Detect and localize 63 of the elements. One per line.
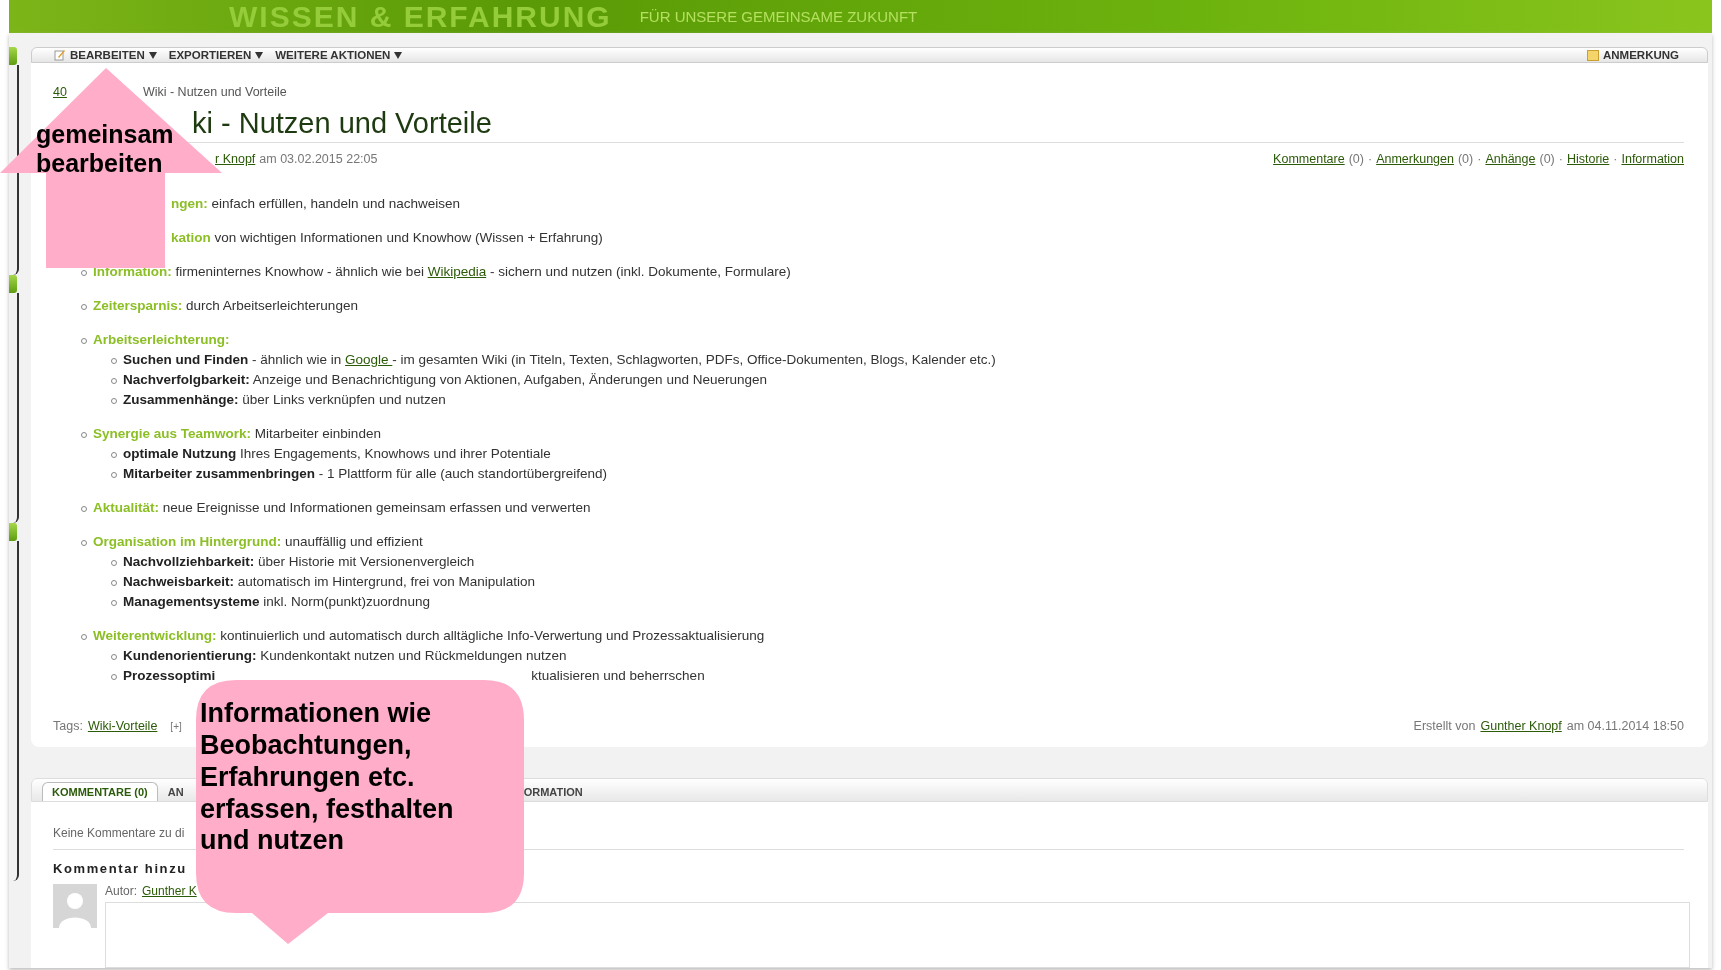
count-text: (0) bbox=[1457, 152, 1474, 166]
separator-dot: · bbox=[1477, 152, 1482, 166]
separator-dot: · bbox=[1367, 152, 1373, 166]
list-item-text: Nachvollziehbarkeit: über Historie mit Versionenvergleich bbox=[123, 553, 475, 571]
author-label: Autor: bbox=[105, 884, 137, 898]
list-item-text: Kundenorientierung: Kundenkontakt nutzen und Rückmeldungen nutzen bbox=[123, 647, 567, 665]
list-item-text: Organisation im Hintergrund: unauffällig und effizient bbox=[93, 533, 423, 551]
tag-link[interactable]: Wiki-Vorteile bbox=[87, 719, 158, 733]
speech-bubble-callout: Informationen wie Beobachtungen, Erfahrungen etc. erfassen, festhalten und nutzen bbox=[196, 680, 524, 944]
list-item-text: Zusammenhänge: über Links verknüpfen und nutzen bbox=[123, 391, 446, 409]
banner-tagline: FÜR UNSERE GEMEINSAME ZUKUNFT bbox=[639, 8, 918, 25]
count-text: (0) bbox=[1539, 152, 1555, 166]
list-item-text: Aktualität: neue Ereignisse und Informationen gemeinsam erfassen und verwerten bbox=[93, 499, 591, 517]
meta-link[interactable]: Anmerkungen bbox=[1376, 152, 1454, 166]
created-label: Erstellt von bbox=[1413, 719, 1476, 733]
list-item-text: Managementsysteme inkl. Norm(punkt)zuordnung bbox=[123, 593, 430, 611]
text-link[interactable]: Google bbox=[345, 352, 393, 367]
pencil-icon bbox=[54, 49, 66, 61]
comment-heading: Kommentar hinzu bbox=[53, 861, 187, 876]
meta-link[interactable]: Information bbox=[1621, 152, 1684, 166]
date-text: am 04.11.2014 18:50 bbox=[1566, 719, 1684, 733]
list-item-text: kation von wichtigen Informationen und Knowhow (Wissen + Erfahrung) bbox=[171, 229, 603, 247]
note-icon bbox=[1586, 49, 1599, 61]
breadcrumb-link[interactable]: 40 bbox=[53, 85, 67, 100]
tab[interactable]: AN bbox=[163, 783, 188, 801]
list-item-text: ktualisieren und beherrschen bbox=[531, 667, 705, 685]
add-tag-link[interactable]: [+] bbox=[170, 721, 182, 732]
list-item-text: Weiterentwicklung: kontinuierlich und automatisch durch alltägliche Info-Verwertung und Prozessaktualisierung bbox=[93, 627, 765, 645]
menu-button[interactable]: BEARBEITEN bbox=[50, 49, 161, 61]
count-text: (0) bbox=[1348, 152, 1364, 166]
page-title: ki - Nutzen und Vorteile bbox=[192, 107, 492, 140]
meta-link[interactable]: Kommentare bbox=[1273, 152, 1345, 166]
date-text: am 03.02.2015 22:05 bbox=[259, 152, 378, 166]
list-item-text: ngen: einfach erfüllen, handeln und nachweisen bbox=[171, 195, 460, 213]
list-item-text: Information: firmeninternes Knowhow - ähnlich wie bei Wikipedia - sichern und nutzen (inkl. Dokumente, Formulare) bbox=[93, 263, 791, 281]
note-button[interactable]: ANMERKUNG bbox=[1582, 49, 1683, 61]
list-item-text: Suchen und Finden - ähnlich wie in Google - im gesamten Wiki (in Titeln, Texten, Schlagworten, PDFs, Office-Dokumenten, Blogs, Kalender etc.) bbox=[123, 351, 996, 369]
avatar-icon bbox=[53, 884, 97, 928]
meta-link[interactable]: Historie bbox=[1566, 152, 1610, 166]
side-tab[interactable] bbox=[9, 275, 17, 293]
tags-label: Tags: bbox=[53, 719, 83, 733]
empty-comments-text: Keine Kommentare zu di bbox=[53, 826, 185, 840]
side-tab[interactable] bbox=[9, 523, 17, 541]
list-item-text: Synergie aus Teamwork: Mitarbeiter einbinden bbox=[93, 425, 381, 443]
text-link[interactable]: Wikipedia bbox=[427, 264, 487, 279]
author-link[interactable]: r Knopf bbox=[215, 152, 256, 166]
list-item-text: Arbeitserleichterung: bbox=[93, 331, 230, 349]
breadcrumb-text: Wiki - Nutzen und Vorteile bbox=[142, 85, 287, 100]
list-item-text: Zeitersparnis: durch Arbeitserleichterungen bbox=[93, 297, 358, 315]
author-link[interactable]: Gunther Knopf bbox=[1480, 719, 1562, 733]
list-item-text: Mitarbeiter zusammenbringen - 1 Plattform für alle (auch standortübergreifend) bbox=[123, 465, 607, 483]
author-link[interactable]: Gunther K bbox=[142, 884, 197, 898]
side-tab[interactable] bbox=[9, 47, 17, 65]
comment-field[interactable] bbox=[105, 902, 1690, 968]
list-item-text: Nachweisbarkeit: automatisch im Hintergrund, frei von Manipulation bbox=[123, 573, 535, 591]
list-item-text: optimale Nutzung Ihres Engagements, Knowhows und ihrer Potentiale bbox=[123, 445, 551, 463]
list-item-text: Nachverfolgbarkeit: Anzeige und Benachrichtigung von Aktionen, Aufgaben, Änderungen und Neuerungen bbox=[123, 371, 767, 389]
tab[interactable]: KOMMENTARE (0) bbox=[42, 782, 158, 801]
separator-dot: · bbox=[1613, 152, 1618, 166]
menu-button[interactable]: WEITERE AKTIONEN bbox=[271, 49, 407, 61]
menu-button[interactable]: EXPORTIEREN bbox=[164, 49, 268, 61]
separator-dot: · bbox=[1558, 152, 1563, 166]
meta-link[interactable]: Anhänge bbox=[1485, 152, 1536, 166]
